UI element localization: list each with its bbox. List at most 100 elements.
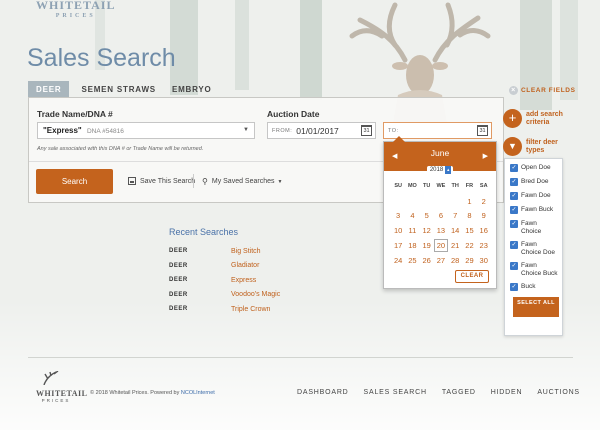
my-saved-searches-dropdown[interactable]: ⚲ My Saved Searches ▼ <box>202 177 282 186</box>
checkbox-checked-icon[interactable]: ✓ <box>510 262 518 270</box>
deer-type-buck[interactable]: ✓ Buck <box>510 283 558 291</box>
spinner-icon: ▲ <box>445 166 452 174</box>
trade-name-label: Trade Name/DNA # <box>37 109 113 119</box>
footer-link-tagged[interactable]: TAGGED <box>442 389 476 396</box>
checkbox-checked-icon[interactable]: ✓ <box>510 206 518 214</box>
recent-link[interactable]: Big Stitch <box>231 248 261 255</box>
footer-link-auctions[interactable]: AUCTIONS <box>537 389 580 396</box>
checkbox-checked-icon[interactable]: ✓ <box>510 164 518 172</box>
trade-name-select[interactable]: "Express" DNA #54816 ▼ <box>37 122 255 139</box>
recent-link[interactable]: Triple Crown <box>231 306 270 313</box>
calendar-day[interactable]: 22 <box>462 241 476 250</box>
calendar-icon[interactable]: 31 <box>361 125 372 136</box>
calendar-day[interactable]: 3 <box>391 211 405 220</box>
calendar-day[interactable]: 20 <box>433 239 449 253</box>
calendar-year-select[interactable]: 2018 ▲ <box>426 166 454 174</box>
calendar-icon[interactable]: 31 <box>477 125 488 136</box>
auction-date-label: Auction Date <box>267 109 320 119</box>
checkbox-checked-icon[interactable]: ✓ <box>510 192 518 200</box>
calendar-day[interactable]: 26 <box>420 256 434 265</box>
deer-type-label: Fawn Doe <box>521 192 551 199</box>
recent-link[interactable]: Gladiator <box>231 262 259 269</box>
save-search-button[interactable]: Save This Search <box>128 177 195 185</box>
checkbox-checked-icon[interactable]: ✓ <box>510 241 518 249</box>
deer-type-fawn-choice-doe[interactable]: ✓ Fawn Choice Doe <box>510 241 558 256</box>
deer-type-label: Fawn Buck <box>521 206 554 213</box>
calendar-day[interactable]: 11 <box>405 226 419 235</box>
deer-type-open-doe[interactable]: ✓ Open Doe <box>510 164 558 172</box>
calendar-day[interactable]: 19 <box>420 241 434 250</box>
from-date-input[interactable]: FROM: 01/01/2017 31 <box>267 122 376 139</box>
calendar-day[interactable]: 12 <box>420 226 434 235</box>
calendar-week: 17 18 19 20 21 22 23 <box>391 238 491 253</box>
calendar-month: June <box>430 148 450 158</box>
checkbox-checked-icon[interactable]: ✓ <box>510 178 518 186</box>
checkbox-checked-icon[interactable]: ✓ <box>510 283 518 291</box>
deer-type-fawn-buck[interactable]: ✓ Fawn Buck <box>510 206 558 214</box>
close-icon: × <box>509 86 518 95</box>
deer-type-label: Bred Doe <box>521 178 549 185</box>
add-search-criteria-button[interactable]: + add search criteria <box>503 109 573 128</box>
calendar-day[interactable]: 7 <box>448 211 462 220</box>
powered-by-link[interactable]: NCOLInternet <box>181 390 215 396</box>
calendar-day[interactable]: 16 <box>477 226 491 235</box>
calendar-day[interactable]: 6 <box>434 211 448 220</box>
add-criteria-label: add search criteria <box>526 110 563 126</box>
weekday-label: WE <box>436 183 446 190</box>
tab-embryo[interactable]: EMBRYO <box>164 81 220 97</box>
deer-type-fawn-choice[interactable]: ✓ Fawn Choice <box>510 220 558 235</box>
calendar-day[interactable]: 30 <box>477 256 491 265</box>
calendar-day[interactable]: 27 <box>434 256 448 265</box>
clear-fields-button[interactable]: × CLEAR FIELDS <box>509 86 576 95</box>
calendar-day[interactable]: 5 <box>420 211 434 220</box>
calendar-day[interactable]: 25 <box>405 256 419 265</box>
deer-type-fawn-doe[interactable]: ✓ Fawn Doe <box>510 192 558 200</box>
filter-types-label: filter deer types <box>526 138 558 154</box>
date-picker-popup: ◀ June 2018 ▲ ▶ SU MO TU WE TH FR SA 1 2 3 4 5 6 7 8 9 10… <box>383 136 497 289</box>
recent-link[interactable]: Express <box>231 277 256 284</box>
calendar-day[interactable]: 14 <box>448 226 462 235</box>
footer-logo[interactable]: WHITETAIL PRICES <box>36 370 87 403</box>
calendar-day[interactable]: 8 <box>462 211 476 220</box>
deer-type-label: Open Doe <box>521 164 551 171</box>
calendar-week: 12 <box>391 194 491 209</box>
from-prefix: FROM: <box>272 127 293 134</box>
weekday-label: SA <box>479 183 488 190</box>
recent-link[interactable]: Voodoo's Magic <box>231 291 280 298</box>
category-tabs: DEER SEMEN STRAWS EMBRYO <box>28 81 220 97</box>
footer-link-hidden[interactable]: HIDDEN <box>491 389 523 396</box>
footer-divider <box>28 357 573 358</box>
calendar-clear-button[interactable]: CLEAR <box>455 270 489 283</box>
footer-link-sales-search[interactable]: SALES SEARCH <box>364 389 427 396</box>
calendar-day[interactable]: 28 <box>448 256 462 265</box>
calendar-week: 3456789 <box>391 209 491 224</box>
calendar-day[interactable]: 2 <box>477 197 491 206</box>
calendar-day[interactable]: 24 <box>391 256 405 265</box>
calendar-day[interactable]: 13 <box>434 226 448 235</box>
calendar-day[interactable]: 18 <box>405 241 419 250</box>
deer-type-fawn-choice-buck[interactable]: ✓ Fawn Choice Buck <box>510 262 558 277</box>
filter-deer-types-button[interactable]: ▼ filter deer types <box>503 137 573 156</box>
calendar-day[interactable]: 23 <box>477 241 491 250</box>
checkbox-checked-icon[interactable]: ✓ <box>510 220 518 228</box>
calendar-day[interactable]: 1 <box>462 197 476 206</box>
search-button[interactable]: Search <box>36 169 113 194</box>
calendar-day[interactable]: 15 <box>462 226 476 235</box>
tab-deer[interactable]: DEER <box>28 81 70 97</box>
clear-fields-label: CLEAR FIELDS <box>521 87 576 94</box>
select-all-button[interactable]: SELECT ALL <box>513 297 559 317</box>
calendar-day[interactable]: 29 <box>462 256 476 265</box>
deer-type-label: Buck <box>521 283 536 290</box>
calendar-day[interactable]: 4 <box>405 211 419 220</box>
footer-link-dashboard[interactable]: DASHBOARD <box>297 389 349 396</box>
tab-semen-straws[interactable]: SEMEN STRAWS <box>73 81 164 97</box>
prev-month-icon[interactable]: ◀ <box>392 152 397 160</box>
calendar-day[interactable]: 17 <box>391 241 405 250</box>
calendar-week: 24 25 26 27 28 29 30 <box>391 253 491 268</box>
calendar-day[interactable]: 21 <box>448 241 462 250</box>
brand-logo[interactable]: WHITETAIL PRICES <box>36 0 115 21</box>
calendar-day[interactable]: 10 <box>391 226 405 235</box>
next-month-icon[interactable]: ▶ <box>483 152 488 160</box>
calendar-day[interactable]: 9 <box>477 211 491 220</box>
deer-type-bred-doe[interactable]: ✓ Bred Doe <box>510 178 558 186</box>
